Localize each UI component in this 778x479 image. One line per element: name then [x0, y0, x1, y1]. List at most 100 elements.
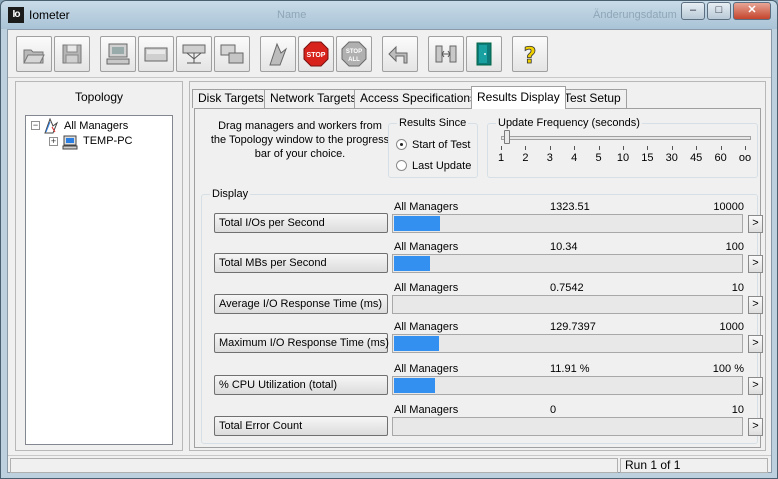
metric-source: All Managers: [394, 363, 459, 375]
tab-test-setup[interactable]: Test Setup: [558, 89, 627, 108]
topology-tree[interactable]: − All Managers + TEMP-PC: [25, 115, 173, 445]
stop-icon-label: STOP: [307, 52, 326, 59]
frequency-tick: [671, 146, 673, 150]
metric-max: 100 %: [712, 363, 744, 375]
radio-start-of-test-indicator: [396, 139, 407, 150]
metric-next-button[interactable]: >: [748, 215, 763, 233]
stop-all-icon-label-2: ALL: [348, 57, 360, 63]
expand-temp-pc-button[interactable]: +: [49, 137, 58, 146]
frequency-tick: [574, 146, 576, 150]
metric-max: 100: [725, 241, 744, 253]
help-button[interactable]: ?: [512, 36, 548, 72]
tab-access-specifications[interactable]: Access Specifications: [354, 89, 483, 108]
metric-value: 0.7542: [550, 282, 584, 294]
frequency-tick: [720, 146, 722, 150]
new-network-worker-button[interactable]: [176, 36, 212, 72]
metric-progress-bar[interactable]: [392, 214, 743, 233]
open-folder-icon: [23, 49, 45, 64]
minimize-button[interactable]: –: [681, 2, 705, 20]
update-frequency-slider-thumb[interactable]: [504, 130, 510, 144]
topology-title: Topology: [74, 90, 124, 104]
radio-last-update-label: Last Update: [412, 160, 472, 172]
frequency-tick-label: 2: [522, 152, 529, 164]
metric-progress-fill: [394, 256, 430, 271]
new-manager-button[interactable]: [100, 36, 136, 72]
metric-max: 1000: [719, 321, 744, 333]
metric-next-button[interactable]: >: [748, 377, 763, 395]
metric-progress-bar[interactable]: [392, 376, 743, 395]
exit-door-icon: [476, 42, 492, 66]
open-button[interactable]: [16, 36, 52, 72]
frequency-tick-label: 60: [714, 152, 727, 164]
radio-start-of-test-label: Start of Test: [412, 139, 471, 151]
start-test-flag-icon: [269, 42, 288, 66]
metric-progress-bar[interactable]: [392, 295, 743, 314]
background-window-title: Name: [277, 9, 307, 21]
metric-next-button[interactable]: >: [748, 335, 763, 353]
metric-select-button[interactable]: Maximum I/O Response Time (ms): [214, 333, 389, 353]
metric-next-button[interactable]: >: [748, 296, 763, 314]
frequency-tick: [745, 146, 746, 150]
update-frequency-slider-track[interactable]: [501, 136, 751, 140]
metric-progress-fill: [394, 378, 435, 393]
metric-value: 10.34: [550, 241, 578, 253]
iometer-window: Io Iometer Name Änderungsdatum – □ ✕ STO…: [0, 0, 778, 479]
metric-progress-fill: [394, 216, 440, 231]
metric-select-button[interactable]: Average I/O Response Time (ms): [214, 294, 388, 314]
metric-select-button[interactable]: % CPU Utilization (total): [214, 375, 388, 395]
frequency-tick-label: oo: [738, 152, 752, 164]
metric-max: 10000: [713, 201, 744, 213]
start-tests-button[interactable]: [260, 36, 296, 72]
topology-panel: Topology − All Managers + TEMP-PC: [15, 81, 183, 451]
metric-progress-bar[interactable]: [392, 334, 743, 353]
metric-select-button[interactable]: Total MBs per Second: [214, 253, 388, 273]
maximize-button[interactable]: □: [707, 2, 731, 20]
save-button[interactable]: [54, 36, 90, 72]
computer-icon: [62, 135, 78, 150]
save-disk-icon: [62, 44, 82, 64]
new-disk-worker-button[interactable]: [138, 36, 174, 72]
close-button[interactable]: ✕: [733, 2, 771, 20]
new-network-worker-icon: [182, 44, 206, 64]
stop-icon: STOP: [303, 41, 329, 67]
results-display-page: Drag managers and workers from the Topol…: [194, 108, 763, 448]
tree-item-temp-pc[interactable]: TEMP-PC: [83, 134, 133, 148]
main-client-area: STOP STOP ALL ? Topology − All Managers …: [7, 29, 772, 473]
disconnect-icon: [435, 45, 457, 63]
iometer-app-icon: Io: [8, 7, 24, 23]
title-bar[interactable]: Io Iometer Name Änderungsdatum – □ ✕: [1, 1, 777, 29]
stop-button[interactable]: STOP: [298, 36, 334, 72]
duplicate-worker-button[interactable]: [214, 36, 250, 72]
stop-all-button[interactable]: STOP ALL: [336, 36, 372, 72]
disconnect-button[interactable]: [428, 36, 464, 72]
reset-workers-button[interactable]: [382, 36, 418, 72]
frequency-tick-label: 30: [665, 152, 678, 164]
metric-select-button[interactable]: Total Error Count: [214, 416, 388, 436]
metric-select-button[interactable]: Total I/Os per Second: [214, 213, 388, 233]
tab-disk-targets[interactable]: Disk Targets: [192, 89, 270, 108]
results-since-title: Results Since: [397, 116, 469, 130]
status-bar: Run 1 of 1: [8, 455, 771, 473]
metric-progress-fill: [394, 336, 439, 351]
results-since-group: Results Since Start of Test Last Update: [388, 116, 478, 178]
metric-next-button[interactable]: >: [748, 255, 763, 273]
metric-progress-bar[interactable]: [392, 254, 743, 273]
stop-all-icon: STOP ALL: [341, 41, 367, 67]
tab-results-display[interactable]: Results Display: [471, 86, 566, 109]
frequency-tick-label: 3: [546, 152, 553, 164]
tree-item-all-managers[interactable]: All Managers: [64, 119, 128, 133]
run-status: Run 1 of 1: [625, 458, 681, 472]
metric-value: 11.91 %: [550, 363, 590, 375]
frequency-tick: [647, 146, 649, 150]
exit-button[interactable]: [466, 36, 502, 72]
update-frequency-title: Update Frequency (seconds): [496, 116, 642, 130]
metric-progress-bar[interactable]: [392, 417, 743, 436]
update-frequency-group: Update Frequency (seconds) 1 2 3 4 5 10 15 30 45…: [487, 116, 758, 178]
tab-network-targets[interactable]: Network Targets: [264, 89, 363, 108]
drag-instructions: Drag managers and workers from the Topol…: [210, 120, 390, 160]
tab-strip: Disk Targets Network Targets Access Spec…: [190, 86, 765, 109]
all-managers-icon: [44, 118, 59, 134]
frequency-tick: [525, 146, 527, 150]
metric-next-button[interactable]: >: [748, 418, 763, 436]
collapse-all-managers-button[interactable]: −: [31, 121, 40, 130]
